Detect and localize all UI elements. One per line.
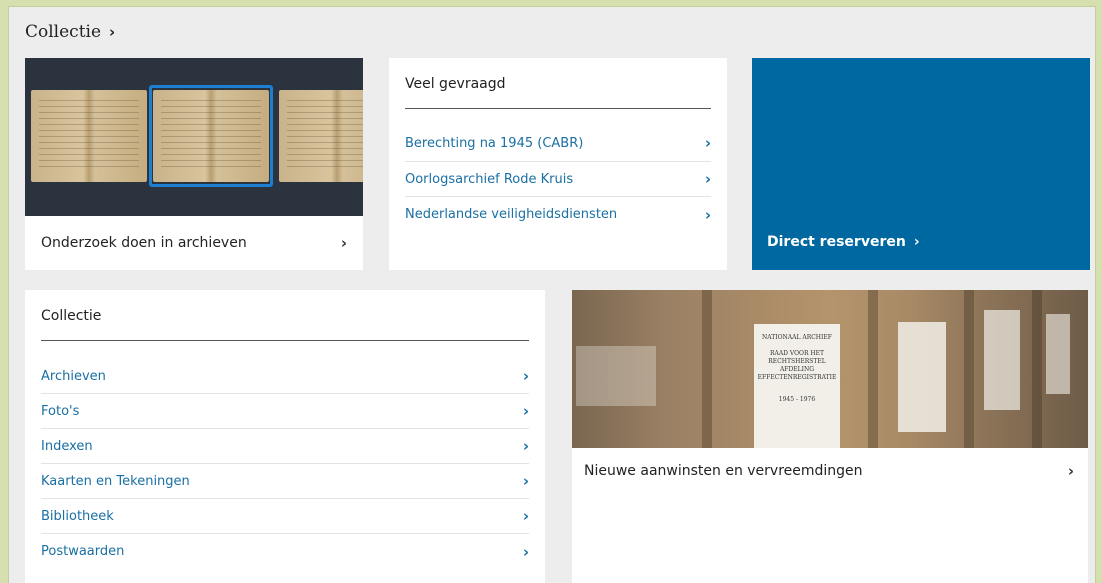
veel-gevraagd-card: Veel gevraagd Berechting na 1945 (CABR) … <box>389 58 727 270</box>
link-label: Archieven <box>41 368 106 384</box>
chevron-right-icon: › <box>109 23 116 41</box>
page-title[interactable]: Collectie › <box>25 22 115 42</box>
research-card[interactable]: Onderzoek doen in archieven › <box>25 58 363 270</box>
chevron-right-icon: › <box>913 234 920 250</box>
direct-reserveren-card[interactable]: Direct reserveren › <box>752 58 1090 270</box>
direct-reserveren-link[interactable]: Direct reserveren › <box>767 234 920 250</box>
research-card-label: Onderzoek doen in archieven <box>41 235 247 251</box>
chevron-right-icon: › <box>522 402 529 420</box>
link-label: Nederlandse veiligheidsdiensten <box>405 207 618 222</box>
chevron-right-icon: › <box>522 507 529 525</box>
archive-books-image <box>25 58 363 216</box>
collectie-link-postwaarden[interactable]: Postwaarden › <box>41 534 529 569</box>
chevron-right-icon: › <box>522 542 529 561</box>
veel-gevraagd-heading: Veel gevraagd <box>405 58 711 109</box>
link-label: Foto's <box>41 403 80 419</box>
veel-gevraagd-link-rode-kruis[interactable]: Oorlogsarchief Rode Kruis › <box>405 162 711 197</box>
link-label: Postwaarden <box>41 544 125 559</box>
collectie-card: Collectie Archieven › Foto's › Indexen ›… <box>25 290 545 583</box>
collectie-link-kaarten[interactable]: Kaarten en Tekeningen › <box>41 464 529 499</box>
veel-gevraagd-link-cabr[interactable]: Berechting na 1945 (CABR) › <box>405 125 711 162</box>
link-label: Berechting na 1945 (CABR) <box>405 135 584 151</box>
chevron-right-icon: › <box>1067 462 1074 480</box>
collectie-list: Archieven › Foto's › Indexen › Kaarten e… <box>41 359 529 569</box>
chevron-right-icon: › <box>522 437 529 455</box>
box-label: NATIONAAL ARCHIEF RAAD VOOR HET RECHTSHE… <box>754 324 840 448</box>
archive-boxes-image: NATIONAAL ARCHIEF RAAD VOOR HET RECHTSHE… <box>572 290 1088 448</box>
box-label-line2: RAAD VOOR HET RECHTSHERSTEL AFDELING EFF… <box>757 350 837 382</box>
page-title-text: Collectie <box>25 22 102 42</box>
link-label: Oorlogsarchief Rode Kruis <box>405 171 574 187</box>
chevron-right-icon: › <box>704 205 711 224</box>
chevron-right-icon: › <box>522 472 529 490</box>
box-label-line1: NATIONAAL ARCHIEF <box>762 334 832 341</box>
link-label: Kaarten en Tekeningen <box>41 473 190 489</box>
link-label: Bibliotheek <box>41 508 114 524</box>
nieuwe-aanwinsten-label: Nieuwe aanwinsten en vervreemdingen <box>584 463 863 479</box>
collectie-link-archieven[interactable]: Archieven › <box>41 359 529 394</box>
chevron-right-icon: › <box>704 170 711 188</box>
collectie-link-bibliotheek[interactable]: Bibliotheek › <box>41 499 529 534</box>
link-label: Indexen <box>41 438 93 454</box>
veel-gevraagd-list: Berechting na 1945 (CABR) › Oorlogsarchi… <box>405 125 711 232</box>
collectie-link-indexen[interactable]: Indexen › <box>41 429 529 464</box>
chevron-right-icon: › <box>704 134 711 152</box>
selection-highlight <box>149 85 273 187</box>
direct-reserveren-label: Direct reserveren <box>767 234 906 250</box>
chevron-right-icon: › <box>340 234 347 252</box>
veel-gevraagd-link-veiligheidsdiensten[interactable]: Nederlandse veiligheidsdiensten › <box>405 197 711 232</box>
chevron-right-icon: › <box>522 367 529 385</box>
box-label-line3: 1945 - 1976 <box>778 396 816 404</box>
nieuwe-aanwinsten-card[interactable]: NATIONAAL ARCHIEF RAAD VOOR HET RECHTSHE… <box>572 290 1088 583</box>
collectie-link-fotos[interactable]: Foto's › <box>41 394 529 429</box>
collectie-heading: Collectie <box>41 290 529 341</box>
